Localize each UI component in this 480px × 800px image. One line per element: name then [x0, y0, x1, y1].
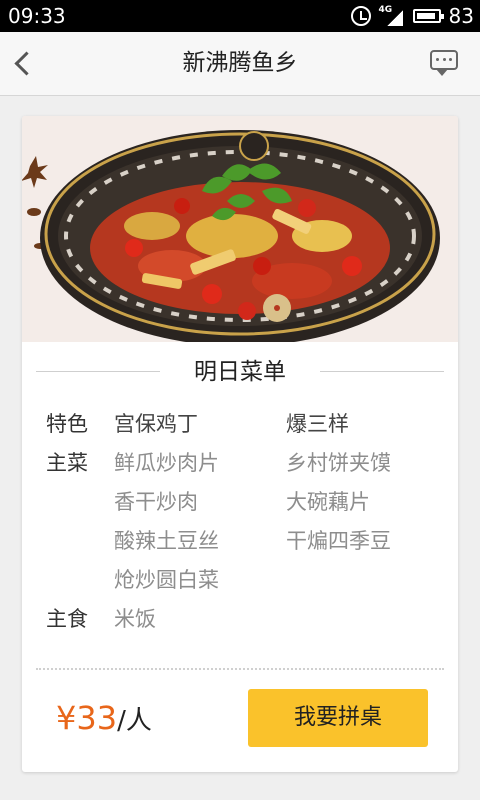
- menu-row-label: 特色: [46, 412, 88, 436]
- price-value: 33: [76, 699, 118, 737]
- status-icons: 4G 83: [350, 4, 474, 28]
- battery-icon: [412, 9, 444, 23]
- menu-section-title: 明日菜单: [194, 359, 286, 385]
- divider-line-right: [320, 371, 444, 372]
- dish-item: 香干炒肉: [114, 490, 198, 514]
- join-table-button[interactable]: 我要拼桌: [248, 689, 428, 747]
- status-time: 09:33: [8, 4, 66, 28]
- dish-item: 鲜瓜炒肉片: [114, 451, 219, 475]
- currency-symbol: ¥: [56, 699, 77, 737]
- message-icon[interactable]: [428, 48, 460, 80]
- menu-row-label: 主食: [46, 607, 88, 631]
- message-dots: [436, 58, 452, 61]
- dish-item: 乡村饼夹馍: [286, 451, 391, 475]
- menu-card: 明日菜单 特色 宫保鸡丁 爆三样 主菜 鲜瓜炒肉片 乡村饼夹馍 香干炒肉 大碗藕…: [22, 116, 458, 772]
- battery-level: 83: [448, 4, 474, 28]
- status-bar: 09:33 4G 83: [0, 0, 480, 32]
- dish-item: 大碗藕片: [286, 490, 370, 514]
- menu-row-label: 主菜: [46, 451, 88, 475]
- dashed-divider: [36, 668, 444, 670]
- page-title: 新沸腾鱼乡: [182, 50, 298, 76]
- dish-item: 爆三样: [286, 412, 349, 436]
- signal-icon: 4G: [379, 6, 405, 26]
- menu-section-header: 明日菜单: [36, 354, 444, 390]
- dish-item: 宫保鸡丁: [114, 412, 198, 436]
- dish-item: 炝炒圆白菜: [114, 568, 219, 592]
- dish-item: 干煸四季豆: [286, 529, 391, 553]
- signal-bars: [386, 10, 403, 26]
- message-bubble-tail: [436, 69, 448, 76]
- dish-item: 酸辣土豆丝: [114, 529, 219, 553]
- alarm-icon: [350, 6, 371, 26]
- dish-photo: [22, 116, 458, 342]
- nav-bar: 新沸腾鱼乡: [0, 32, 480, 96]
- price-per-person: ¥33/人: [56, 696, 152, 740]
- price-unit: /人: [117, 706, 152, 736]
- dish-item: 米饭: [114, 607, 156, 631]
